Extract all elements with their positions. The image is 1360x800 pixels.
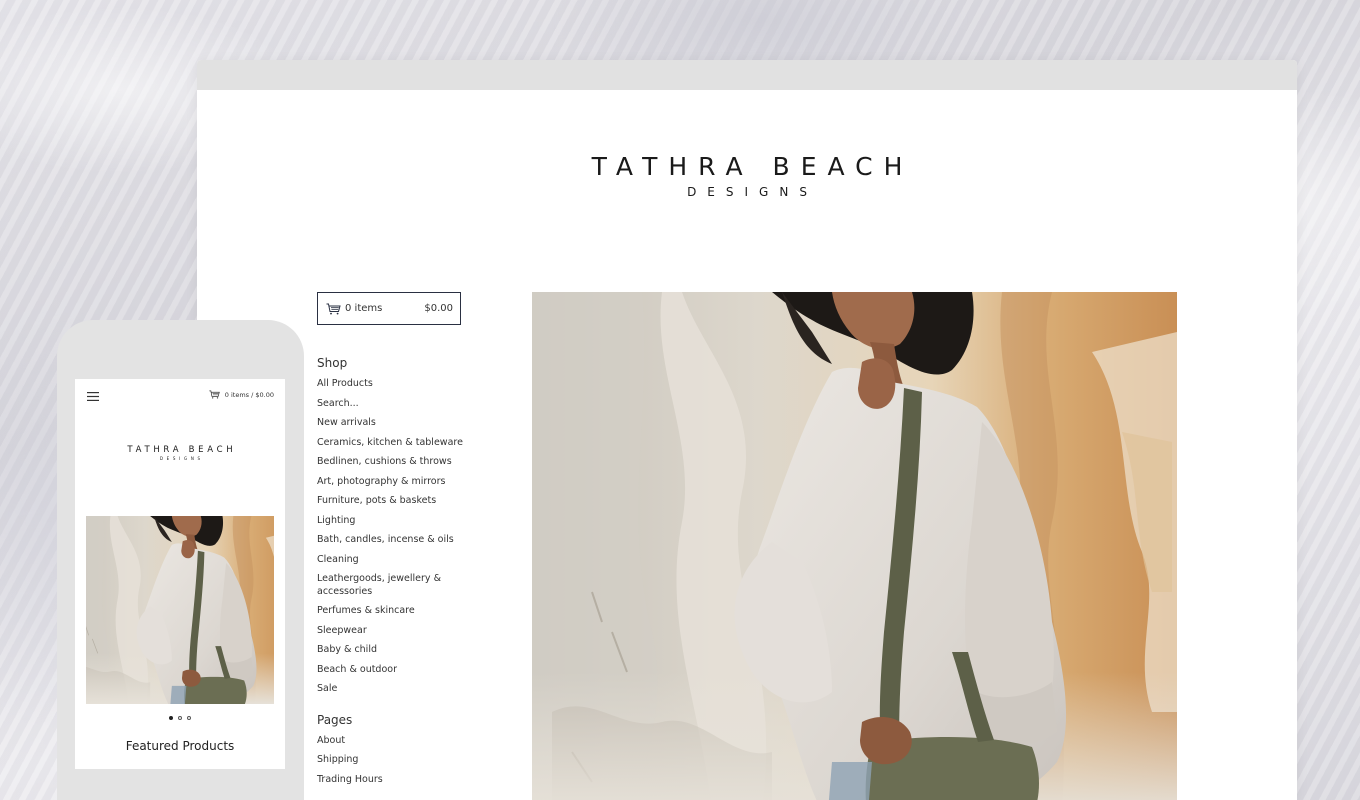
- nav-heading-shop: Shop: [317, 356, 348, 370]
- hero-image[interactable]: [532, 292, 1177, 800]
- nav-link[interactable]: Sleepwear: [317, 625, 367, 636]
- nav-link[interactable]: Beach & outdoor: [317, 664, 397, 675]
- nav-item-bedlinen[interactable]: Bedlinen, cushions & throws: [317, 456, 477, 469]
- nav-link[interactable]: Art, photography & mirrors: [317, 476, 445, 487]
- nav-link[interactable]: Bath, candles, incense & oils: [317, 534, 454, 545]
- nav-link[interactable]: Bedlinen, cushions & throws: [317, 456, 452, 467]
- nav-link[interactable]: About: [317, 735, 345, 746]
- slide-dot-3[interactable]: [187, 716, 191, 720]
- nav-link[interactable]: Shipping: [317, 754, 358, 765]
- mobile-site-logo[interactable]: TATHRA BEACH DESIGNS: [75, 445, 285, 461]
- nav-item-new-arrivals[interactable]: New arrivals: [317, 417, 477, 430]
- mobile-phone-mockup: 0 items / $0.00 TATHRA BEACH DESIGNS Fea…: [57, 320, 304, 800]
- nav-link[interactable]: Ceramics, kitchen & tableware: [317, 437, 463, 448]
- nav-item-shipping[interactable]: Shipping: [317, 754, 477, 767]
- mobile-cart-button[interactable]: 0 items / $0.00: [209, 390, 274, 399]
- slideshow-dots: [75, 716, 285, 720]
- slide-dot-2[interactable]: [178, 716, 182, 720]
- logo-title: TATHRA BEACH: [591, 152, 914, 181]
- sidebar-navigation: Shop All Products Search... New arrivals…: [317, 356, 477, 793]
- nav-link[interactable]: Furniture, pots & baskets: [317, 495, 436, 506]
- nav-item-about[interactable]: About: [317, 735, 477, 748]
- cart-icon: [209, 390, 220, 399]
- nav-link[interactable]: Trading Hours: [317, 774, 383, 785]
- browser-toolbar: [197, 60, 1297, 90]
- mobile-screen: 0 items / $0.00 TATHRA BEACH DESIGNS Fea…: [75, 379, 285, 769]
- hero-photo: [532, 292, 1177, 800]
- nav-link[interactable]: Perfumes & skincare: [317, 605, 415, 616]
- nav-link[interactable]: Leathergoods, jewellery & accessories: [317, 573, 441, 597]
- nav-link[interactable]: Baby & child: [317, 644, 377, 655]
- nav-link[interactable]: All Products: [317, 378, 373, 389]
- nav-item-cleaning[interactable]: Cleaning: [317, 554, 477, 567]
- nav-link[interactable]: New arrivals: [317, 417, 376, 428]
- hamburger-menu-icon[interactable]: [87, 392, 99, 401]
- cart-total: $0.00: [424, 303, 453, 314]
- nav-item-bath[interactable]: Bath, candles, incense & oils: [317, 534, 477, 547]
- site-logo[interactable]: TATHRA BEACH DESIGNS: [197, 152, 1297, 199]
- cart-item-count: 0 items: [345, 303, 383, 314]
- nav-link[interactable]: Lighting: [317, 515, 355, 526]
- nav-item-all-products[interactable]: All Products: [317, 378, 477, 391]
- nav-item-baby[interactable]: Baby & child: [317, 644, 477, 657]
- cart-button[interactable]: 0 items $0.00: [317, 292, 461, 325]
- nav-item-beach[interactable]: Beach & outdoor: [317, 664, 477, 677]
- nav-item-art[interactable]: Art, photography & mirrors: [317, 476, 477, 489]
- mobile-hero-image[interactable]: [86, 516, 274, 704]
- mobile-cart-summary: 0 items / $0.00: [224, 390, 274, 399]
- nav-item-trading-hours[interactable]: Trading Hours: [317, 774, 477, 787]
- desktop-browser-mockup: TATHRA BEACH DESIGNS 0 items $0.00 Shop …: [197, 60, 1297, 800]
- nav-item-leathergoods[interactable]: Leathergoods, jewellery & accessories: [317, 573, 477, 598]
- nav-link[interactable]: Search...: [317, 398, 359, 409]
- nav-item-ceramics[interactable]: Ceramics, kitchen & tableware: [317, 437, 477, 450]
- nav-link[interactable]: Cleaning: [317, 554, 359, 565]
- logo-title: TATHRA BEACH: [127, 445, 237, 455]
- pages-list: About Shipping Trading Hours: [317, 735, 477, 787]
- featured-products-heading: Featured Products: [125, 739, 235, 753]
- nav-link[interactable]: Sale: [317, 683, 337, 694]
- nav-heading-pages: Pages: [317, 712, 353, 727]
- cart-icon: [326, 303, 341, 314]
- shop-category-list: All Products Search... New arrivals Cera…: [317, 378, 477, 696]
- nav-item-search[interactable]: Search...: [317, 398, 477, 411]
- nav-item-perfumes[interactable]: Perfumes & skincare: [317, 605, 477, 618]
- nav-item-sale[interactable]: Sale: [317, 683, 477, 696]
- slide-dot-1[interactable]: [169, 716, 173, 720]
- nav-item-lighting[interactable]: Lighting: [317, 515, 477, 528]
- nav-item-sleepwear[interactable]: Sleepwear: [317, 625, 477, 638]
- logo-tagline: DESIGNS: [687, 185, 818, 199]
- nav-item-furniture[interactable]: Furniture, pots & baskets: [317, 495, 477, 508]
- logo-tagline: DESIGNS: [159, 456, 204, 461]
- mobile-hero-photo: [86, 516, 274, 704]
